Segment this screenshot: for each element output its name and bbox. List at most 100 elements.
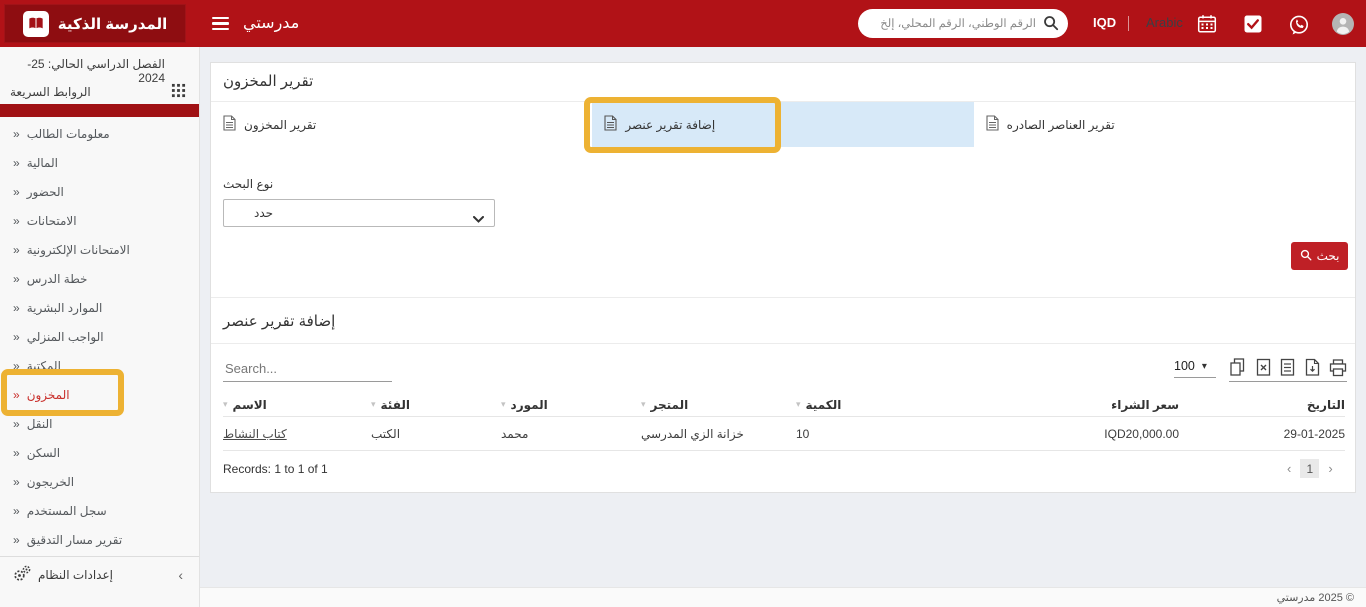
search-icon[interactable] — [1043, 15, 1059, 36]
column-header-label: الكمية — [806, 398, 842, 412]
item-purchase-price: IQD20,000.00 — [976, 427, 1179, 441]
sidebar-item-system-settings[interactable]: إعدادات النظام ‹ — [13, 559, 183, 591]
item-supplier: محمد — [501, 427, 641, 441]
double-chevron-icon: » — [13, 272, 20, 286]
sidebar-item-user-log[interactable]: » سجل المستخدم — [0, 496, 199, 525]
table-header-row: ▾ الاسم ▾الفئة ▾المورد ▾المتجر ▾ الكمية سع… — [223, 393, 1345, 417]
chevron-down-icon — [473, 210, 484, 228]
column-header-quantity[interactable]: ▾ الكمية — [796, 398, 976, 412]
calendar-icon[interactable] — [1197, 14, 1217, 39]
sidebar-item-lesson-plan[interactable]: »خطة الدرس — [0, 264, 199, 293]
sidebar-item-exams[interactable]: »الامتحانات — [0, 206, 199, 235]
double-chevron-icon: » — [13, 243, 20, 257]
whatsapp-icon[interactable] — [1288, 14, 1310, 41]
book-logo-icon — [23, 11, 49, 37]
excel-export-button[interactable] — [1256, 358, 1271, 377]
page-size-value: 100 — [1174, 359, 1195, 373]
column-header-label: التاريخ — [1307, 398, 1345, 412]
table-row: كتاب النشاط الكتب محمد خزانة الزي المدرس… — [223, 417, 1345, 451]
sidebar-item-graduates[interactable]: »الخريجون — [0, 467, 199, 496]
column-header-label: المتجر — [651, 398, 689, 412]
prev-page-button[interactable]: ‹ — [1287, 461, 1291, 476]
current-page-button[interactable]: 1 — [1300, 459, 1319, 478]
sidebar-item-student-info[interactable]: » معلومات الطالب — [0, 119, 199, 148]
tab-issued-items-report[interactable]: تقرير العناصر الصادره — [974, 102, 1355, 147]
column-header-label: سعر الشراء — [1111, 398, 1179, 412]
sidebar-item-housing[interactable]: » السكن — [0, 438, 199, 467]
currency-selector[interactable]: IQD — [1093, 15, 1116, 30]
logo[interactable]: المدرسة الذكية — [4, 4, 186, 43]
item-date: 29-01-2025 — [1179, 427, 1345, 441]
column-header-label: الاسم — [233, 398, 267, 412]
sidebar-item-transport[interactable]: »النقل — [0, 409, 199, 438]
sidebar-item-homework[interactable]: »الواجب المنزلي — [0, 322, 199, 351]
print-button[interactable] — [1329, 359, 1347, 377]
column-header-purchase-price[interactable]: سعر الشراء — [976, 398, 1179, 412]
app-screen: المدرسة الذكية مدرستي IQD Arabic — [0, 0, 1366, 607]
sidebar-item-label: سجل المستخدم — [27, 504, 107, 518]
sort-caret-icon: ▾ — [796, 399, 801, 410]
search-button[interactable]: بحث — [1291, 242, 1348, 270]
divider — [1128, 16, 1129, 31]
sidebar-item-label: السكن — [27, 446, 60, 460]
sidebar-item-label: تقرير مسار التدقيق — [27, 533, 123, 547]
divider — [211, 343, 1355, 344]
tasks-check-icon[interactable] — [1243, 14, 1263, 39]
file-icon — [986, 115, 999, 134]
sidebar-item-finance[interactable]: »المالية — [0, 148, 199, 177]
double-chevron-icon: » — [13, 388, 20, 402]
double-chevron-icon: » — [13, 504, 20, 518]
quick-links[interactable]: الروابط السريعة — [10, 83, 186, 101]
sidebar-menu: »معلومات الطالب »المالية »الحضور »الامتح… — [0, 119, 199, 554]
page-title: تقرير المخزون — [223, 72, 313, 90]
sidebar-item-attendance[interactable]: »الحضور — [0, 177, 199, 206]
app-title: مدرستي — [243, 13, 299, 33]
item-category: الكتب — [371, 427, 501, 441]
language-selector[interactable]: Arabic — [1146, 15, 1183, 30]
csv-export-button[interactable] — [1280, 358, 1295, 377]
tab-inventory-report[interactable]: تقرير المخزون — [211, 102, 592, 147]
tab-bar: تقرير المخزون إضافة تقرير عنصر — [211, 102, 1355, 147]
file-icon — [223, 115, 236, 134]
copy-button[interactable] — [1229, 358, 1246, 377]
sidebar-item-label: الموارد البشرية — [27, 301, 103, 315]
double-chevron-icon: » — [13, 127, 20, 141]
tab-label: تقرير المخزون — [244, 118, 316, 132]
sidebar-item-e-exams[interactable]: »الامتحانات الإلكترونية — [0, 235, 199, 264]
column-header-category[interactable]: ▾الفئة — [371, 398, 501, 412]
sidebar-item-inventory[interactable]: » المخزون — [0, 380, 199, 409]
page-size-select[interactable]: 100 ▾ — [1174, 359, 1216, 378]
sort-caret-icon: ▾ — [223, 399, 228, 410]
double-chevron-icon: » — [13, 446, 20, 460]
sidebar-accent-bar — [0, 104, 199, 117]
export-toolbar — [1229, 358, 1347, 382]
sidebar-item-library[interactable]: »المكتبة — [0, 351, 199, 380]
hamburger-menu-icon[interactable] — [212, 17, 229, 30]
global-search-input[interactable] — [870, 10, 1038, 38]
records-summary: Records: 1 to 1 of 1 — [223, 462, 328, 476]
column-header-supplier[interactable]: ▾المورد — [501, 398, 641, 412]
table-search-input[interactable] — [223, 355, 392, 382]
gears-icon — [13, 565, 31, 585]
column-header-store[interactable]: ▾المتجر — [641, 398, 796, 412]
search-type-select[interactable]: حدد — [223, 199, 495, 227]
sidebar-item-label: المخزون — [27, 388, 70, 402]
double-chevron-icon: » — [13, 475, 20, 489]
item-name-link[interactable]: كتاب النشاط — [223, 427, 287, 441]
sidebar-item-label: المالية — [27, 156, 58, 170]
sidebar-item-label: معلومات الطالب — [27, 127, 110, 141]
next-page-button[interactable]: › — [1328, 461, 1332, 476]
sidebar-item-audit-trail[interactable]: »تقرير مسار التدقيق — [0, 525, 199, 554]
column-header-date[interactable]: التاريخ — [1179, 398, 1345, 412]
search-button-label: بحث — [1317, 249, 1340, 263]
sidebar-item-hr[interactable]: »الموارد البشرية — [0, 293, 199, 322]
column-header-name[interactable]: ▾ الاسم — [223, 398, 371, 412]
pdf-export-button[interactable] — [1305, 358, 1320, 377]
current-semester-label: الفصل الدراسي الحالي: 25-2024 — [8, 57, 165, 85]
double-chevron-icon: » — [13, 185, 20, 199]
grid-icon — [171, 83, 186, 101]
collapse-chevron-icon[interactable]: ‹ — [178, 567, 183, 583]
tab-add-item-report[interactable]: إضافة تقرير عنصر — [592, 102, 973, 147]
user-avatar[interactable] — [1332, 13, 1354, 40]
item-quantity: 10 — [796, 427, 976, 441]
